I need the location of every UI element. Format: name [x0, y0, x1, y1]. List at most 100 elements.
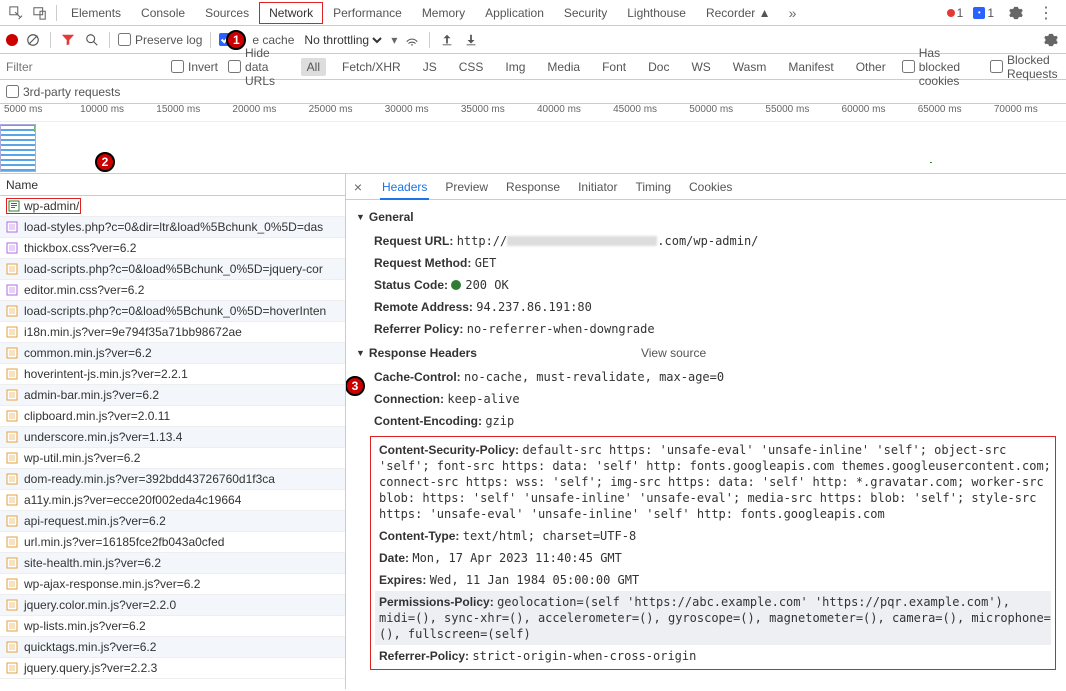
header-kv-row: Remote Address: 94.237.86.191:80 — [356, 296, 1056, 318]
request-row[interactable]: api-request.min.js?ver=6.2 — [0, 511, 345, 532]
detail-tab-preview[interactable]: Preview — [443, 176, 490, 198]
header-kv-row: Connection: keep-alive — [356, 388, 1056, 410]
request-row[interactable]: load-scripts.php?c=0&load%5Bchunk_0%5D=h… — [0, 301, 345, 322]
issue-counter[interactable]: •1 — [973, 6, 994, 20]
type-chip-fetchxhr[interactable]: Fetch/XHR — [336, 58, 407, 76]
request-row[interactable]: clipboard.min.js?ver=2.0.11 — [0, 406, 345, 427]
invert-checkbox[interactable]: Invert — [171, 60, 218, 74]
timeline-body — [0, 122, 1066, 174]
request-row[interactable]: common.min.js?ver=6.2 — [0, 343, 345, 364]
disable-cache-checkbox[interactable]: 1 e cache — [219, 30, 294, 50]
detail-tab-response[interactable]: Response — [504, 176, 562, 198]
request-row[interactable]: hoverintent-js.min.js?ver=2.2.1 — [0, 364, 345, 385]
detail-tab-initiator[interactable]: Initiator — [576, 176, 619, 198]
file-type-icon — [6, 221, 18, 233]
record-button[interactable] — [6, 34, 18, 46]
kebab-menu-icon[interactable]: ⋮ — [1038, 3, 1054, 23]
clear-button-icon[interactable] — [24, 31, 42, 49]
name-column-header[interactable]: Name — [0, 174, 345, 196]
detail-tab-cookies[interactable]: Cookies — [687, 176, 734, 198]
settings-gear-icon[interactable] — [1042, 31, 1060, 49]
timeline-tick: 10000 ms — [76, 104, 152, 121]
invert-label: Invert — [188, 60, 218, 74]
third-party-checkbox[interactable]: 3rd-party requests — [6, 85, 120, 99]
request-row[interactable]: wp-util.min.js?ver=6.2 — [0, 448, 345, 469]
upload-har-icon[interactable] — [438, 31, 456, 49]
request-row[interactable]: jquery.query.js?ver=2.2.3 — [0, 658, 345, 679]
top-tab-lighthouse[interactable]: Lighthouse — [617, 2, 696, 24]
more-tabs-icon[interactable]: » — [785, 5, 801, 21]
top-tab-performance[interactable]: Performance — [323, 2, 412, 24]
request-row[interactable]: admin-bar.min.js?ver=6.2 — [0, 385, 345, 406]
file-type-icon — [6, 452, 18, 464]
throttle-dropdown-icon[interactable]: ▾ — [391, 33, 397, 47]
settings-gear-icon[interactable] — [1008, 5, 1024, 21]
top-tab-elements[interactable]: Elements — [61, 2, 131, 24]
header-kv-row: Request URL: http://.com/wp-admin/ — [356, 230, 1056, 252]
error-counter[interactable]: 1 — [947, 6, 964, 20]
type-chip-wasm[interactable]: Wasm — [727, 58, 773, 76]
details-pane: × Headers Preview Response Initiator Timing C… — [346, 174, 1066, 689]
view-source-link[interactable]: View source — [641, 346, 706, 360]
request-row[interactable]: quicktags.min.js?ver=6.2 — [0, 637, 345, 658]
detail-tab-headers[interactable]: Headers — [380, 176, 429, 200]
search-icon[interactable] — [83, 31, 101, 49]
file-type-icon — [6, 284, 18, 296]
top-tab-sources[interactable]: Sources — [195, 2, 259, 24]
request-row[interactable]: underscore.min.js?ver=1.13.4 — [0, 427, 345, 448]
type-chip-other[interactable]: Other — [850, 58, 892, 76]
type-chip-all[interactable]: All — [301, 58, 326, 76]
type-chip-js[interactable]: JS — [417, 58, 443, 76]
type-chip-img[interactable]: Img — [499, 58, 531, 76]
filter-input[interactable] — [6, 60, 161, 74]
hide-data-urls-checkbox[interactable]: Hide data URLs — [228, 46, 291, 88]
file-type-icon — [6, 305, 18, 317]
network-conditions-icon[interactable] — [403, 31, 421, 49]
filter-funnel-icon[interactable] — [59, 31, 77, 49]
request-row[interactable]: wp-ajax-response.min.js?ver=6.2 — [0, 574, 345, 595]
request-row[interactable]: jquery.color.min.js?ver=2.2.0 — [0, 595, 345, 616]
request-row[interactable]: load-styles.php?c=0&dir=ltr&load%5Bchunk… — [0, 217, 345, 238]
has-blocked-cookies-checkbox[interactable]: Has blocked cookies — [902, 46, 980, 88]
close-details-icon[interactable]: × — [350, 179, 366, 195]
blocked-requests-checkbox[interactable]: Blocked Requests — [990, 53, 1060, 81]
request-row[interactable]: i18n.min.js?ver=9e794f35a71bb98672ae — [0, 322, 345, 343]
request-row[interactable]: wp-lists.min.js?ver=6.2 — [0, 616, 345, 637]
request-name: wp-admin/ — [24, 199, 79, 213]
top-tab-recorder[interactable]: Recorder ▲ — [696, 2, 781, 24]
type-chip-doc[interactable]: Doc — [642, 58, 675, 76]
preserve-log-checkbox[interactable]: Preserve log — [118, 33, 202, 47]
name-header-label: Name — [6, 178, 38, 192]
detail-tabs: × Headers Preview Response Initiator Timing C… — [346, 174, 1066, 200]
top-tab-network[interactable]: Network — [259, 2, 323, 24]
request-row[interactable]: site-health.min.js?ver=6.2 — [0, 553, 345, 574]
download-har-icon[interactable] — [462, 31, 480, 49]
request-row[interactable]: wp-admin/ — [0, 196, 345, 217]
request-row[interactable]: thickbox.css?ver=6.2 — [0, 238, 345, 259]
request-name: jquery.color.min.js?ver=2.2.0 — [24, 598, 176, 612]
response-headers-section-header[interactable]: ▼ Response Headers View source — [356, 340, 1056, 366]
request-row[interactable]: a11y.min.js?ver=ecce20f002eda4c19664 — [0, 490, 345, 511]
request-row[interactable]: url.min.js?ver=16185fce2fb043a0cfed — [0, 532, 345, 553]
request-row[interactable]: dom-ready.min.js?ver=392bdd43726760d1f3c… — [0, 469, 345, 490]
file-type-icon — [6, 536, 18, 548]
throttling-select[interactable]: No throttling — [300, 32, 385, 48]
detail-tab-timing[interactable]: Timing — [633, 176, 673, 198]
general-title: General — [369, 210, 414, 224]
request-row[interactable]: editor.min.css?ver=6.2 — [0, 280, 345, 301]
top-tab-security[interactable]: Security — [554, 2, 617, 24]
type-chip-font[interactable]: Font — [596, 58, 632, 76]
header-kv-row: Date: Mon, 17 Apr 2023 11:40:45 GMT — [375, 547, 1051, 569]
type-chip-media[interactable]: Media — [541, 58, 586, 76]
type-chip-manifest[interactable]: Manifest — [782, 58, 839, 76]
type-chip-ws[interactable]: WS — [685, 58, 716, 76]
top-tab-application[interactable]: Application — [475, 2, 554, 24]
top-tab-console[interactable]: Console — [131, 2, 195, 24]
timeline-overview[interactable]: 5000 ms10000 ms15000 ms20000 ms25000 ms3… — [0, 104, 1066, 174]
request-row[interactable]: load-scripts.php?c=0&load%5Bchunk_0%5D=j… — [0, 259, 345, 280]
device-toolbar-icon[interactable] — [32, 5, 48, 21]
type-chip-css[interactable]: CSS — [453, 58, 490, 76]
inspect-element-icon[interactable] — [8, 5, 24, 21]
top-tab-memory[interactable]: Memory — [412, 2, 475, 24]
general-section-header[interactable]: ▼ General — [356, 204, 1056, 230]
